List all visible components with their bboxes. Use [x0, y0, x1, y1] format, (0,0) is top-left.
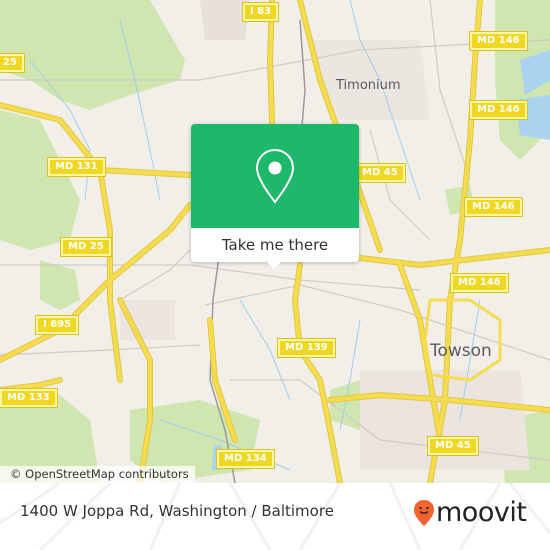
minor-road [429, 0, 471, 181]
route-shield: 25 [0, 53, 25, 73]
route-shield: MD 139 [277, 338, 336, 358]
popup-pointer [266, 261, 282, 269]
map-pin-icon [255, 148, 295, 204]
route-shield: MD 45 [427, 436, 479, 456]
highway-md139 [293, 263, 342, 483]
location-popup: Take me there [191, 124, 359, 269]
minor-road [119, 249, 191, 301]
moovit-pin-icon [414, 500, 434, 526]
moovit-wordmark: moovit [436, 497, 527, 528]
address-label: 1400 W Joppa Rd, Washington / Baltimore [20, 502, 334, 520]
map-attribution[interactable]: © OpenStreetMap contributors [0, 466, 195, 483]
minor-road [369, 129, 431, 241]
route-shield: MD 146 [464, 197, 523, 217]
route-shield: MD 134 [216, 449, 275, 469]
take-me-there-button[interactable]: Take me there [191, 228, 359, 262]
route-shield: MD 25 [60, 237, 112, 257]
popup-header [191, 124, 359, 228]
route-shield: MD 146 [469, 31, 528, 51]
route-shield: MD 45 [354, 163, 406, 183]
route-shield: MD 133 [0, 388, 58, 408]
route-shield: MD 146 [469, 100, 528, 120]
footer: 1400 W Joppa Rd, Washington / Baltimore … [0, 483, 550, 550]
place-label-towson: Towson [430, 341, 492, 361]
route-shield: MD 146 [450, 273, 509, 293]
map[interactable]: I 83 MD 146 MD 146 MD 131 MD 45 MD 146 M… [0, 0, 550, 483]
route-shield: I 695 [34, 315, 80, 335]
moovit-logo[interactable]: moovit [413, 497, 527, 528]
minor-road [204, 284, 550, 361]
park-area [0, 0, 185, 110]
park-area [40, 260, 80, 310]
route-shield: MD 131 [47, 157, 106, 177]
route-shield: I 83 [241, 2, 280, 22]
place-label-timonium: Timonium [336, 78, 401, 93]
